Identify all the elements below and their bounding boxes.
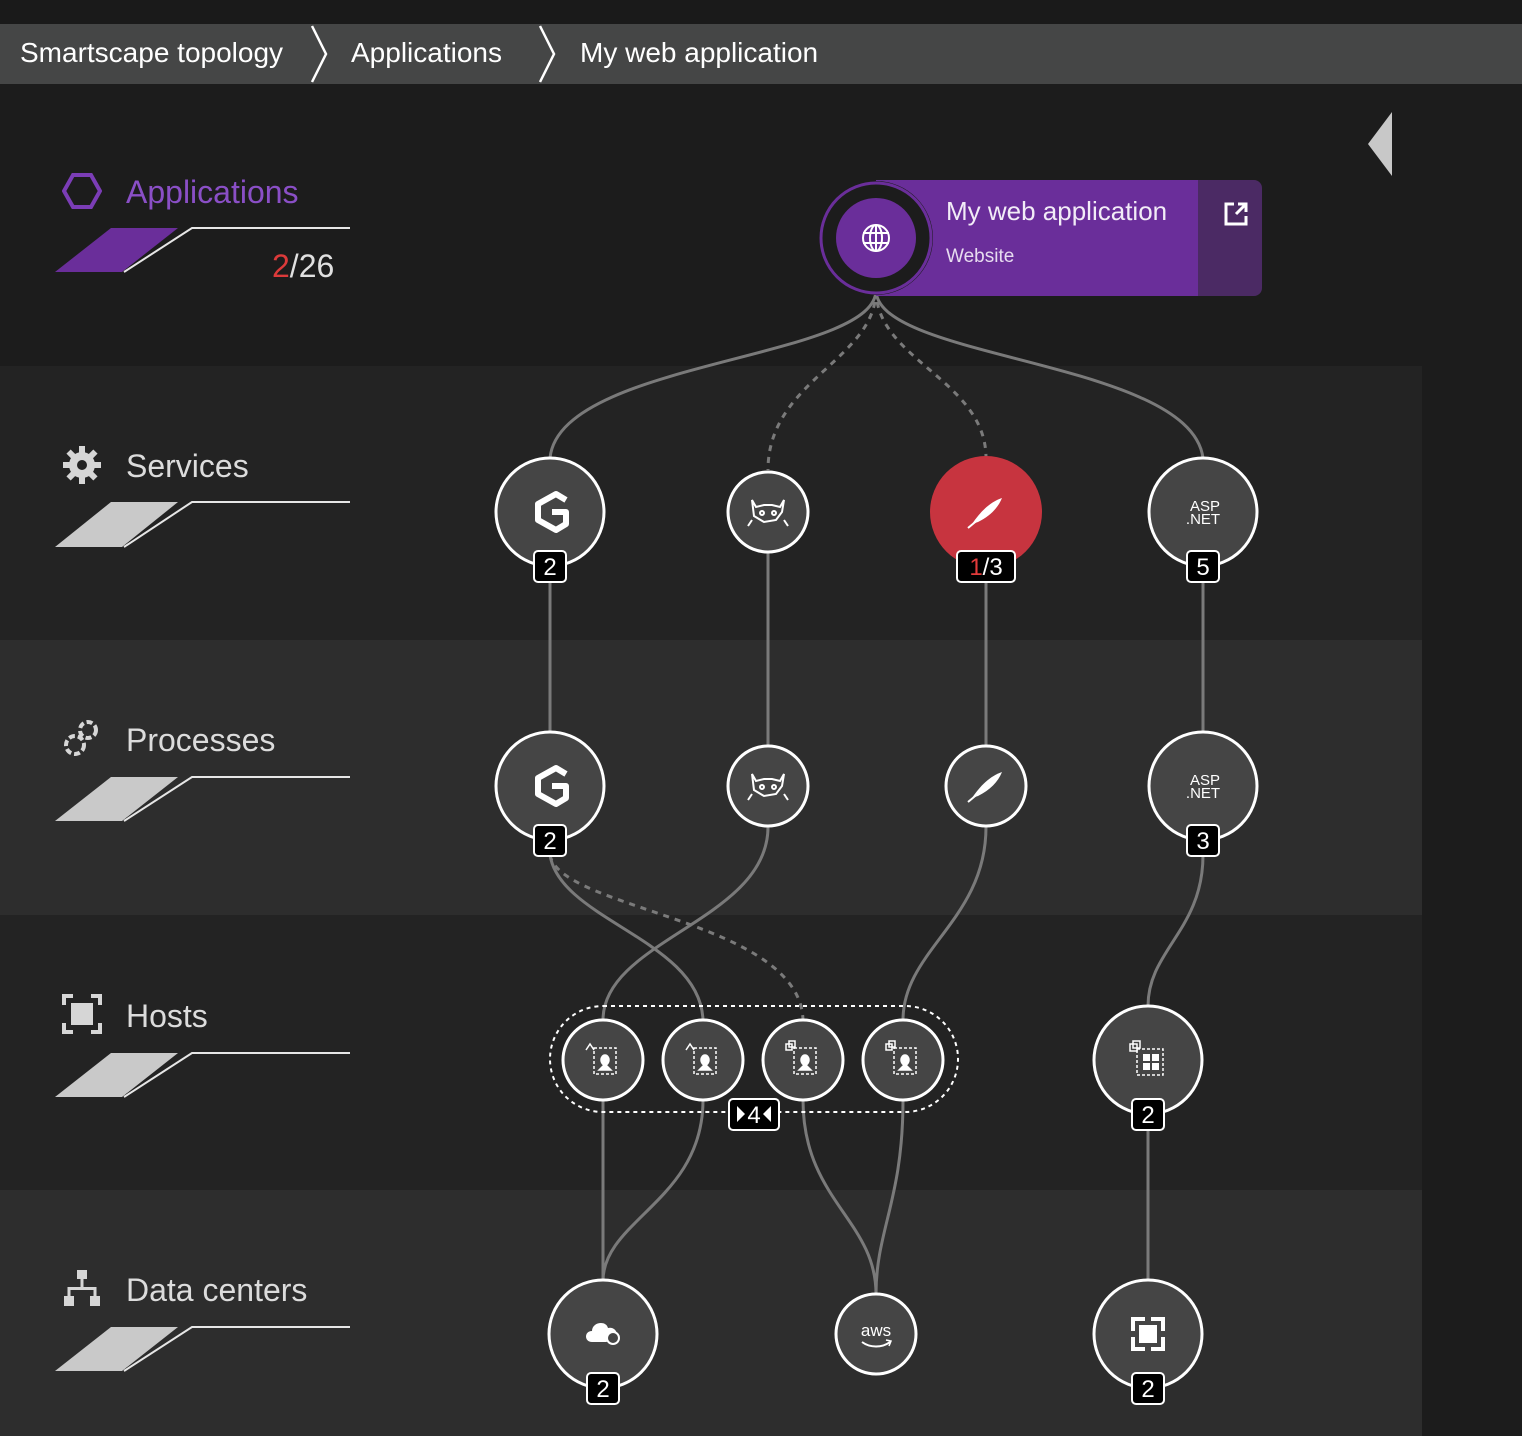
service-badge-apache: 1/3 — [956, 550, 1016, 583]
datacenter-node-aws[interactable]: aws — [834, 1292, 918, 1376]
process-node-tomcat[interactable] — [726, 744, 810, 828]
process-node-aspnet[interactable]: ASP .NET — [1147, 730, 1259, 842]
svg-text:2: 2 — [543, 554, 556, 581]
host-node-windows[interactable] — [1092, 1004, 1204, 1116]
aspnet-icon: ASP .NET — [1186, 772, 1220, 802]
host-node-1[interactable] — [561, 1018, 645, 1102]
application-card[interactable]: My web application Website — [818, 180, 1262, 296]
svg-text:2: 2 — [1141, 1376, 1154, 1403]
host-node-3[interactable] — [761, 1018, 845, 1102]
svg-text:2: 2 — [596, 1376, 609, 1403]
process-badge-nginx: 2 — [533, 824, 567, 857]
host-node-2[interactable] — [661, 1018, 745, 1102]
application-name: My web application — [946, 196, 1168, 226]
service-node-nginx[interactable] — [494, 456, 606, 568]
external-link-icon — [1224, 202, 1248, 226]
service-node-aspnet[interactable]: ASP .NET — [1147, 456, 1259, 568]
datacenter-badge-azure: 2 — [586, 1372, 620, 1405]
svg-text:aws: aws — [861, 1321, 891, 1340]
svg-text:.NET: .NET — [1186, 785, 1220, 802]
aspnet-icon: ASP .NET — [1186, 498, 1220, 528]
open-application-button[interactable] — [1198, 180, 1262, 296]
svg-text:5: 5 — [1196, 554, 1209, 581]
service-node-tomcat[interactable] — [726, 470, 810, 554]
svg-text:.NET: .NET — [1186, 511, 1220, 528]
datacenter-node-hosts[interactable] — [1092, 1278, 1204, 1390]
svg-text:2: 2 — [543, 828, 556, 855]
svg-text:4: 4 — [747, 1102, 760, 1129]
svg-text:1/3: 1/3 — [969, 554, 1002, 581]
svg-text:2: 2 — [1141, 1102, 1154, 1129]
host-badge-windows: 2 — [1131, 1098, 1165, 1131]
datacenter-badge-hosts: 2 — [1131, 1372, 1165, 1405]
service-badge-aspnet: 5 — [1186, 550, 1220, 583]
host-group-badge[interactable]: 4 — [728, 1098, 780, 1131]
process-node-nginx[interactable] — [494, 730, 606, 842]
svg-text:3: 3 — [1196, 828, 1209, 855]
host-node-4[interactable] — [861, 1018, 945, 1102]
process-node-apache[interactable] — [944, 744, 1028, 828]
datacenter-node-azure[interactable] — [547, 1278, 659, 1390]
application-type: Website — [946, 246, 1015, 267]
process-badge-aspnet: 3 — [1186, 824, 1220, 857]
application-node[interactable] — [818, 180, 934, 296]
topology-edges — [548, 289, 1205, 1295]
right-gutter — [1422, 84, 1522, 1436]
service-badge-nginx: 2 — [533, 550, 567, 583]
